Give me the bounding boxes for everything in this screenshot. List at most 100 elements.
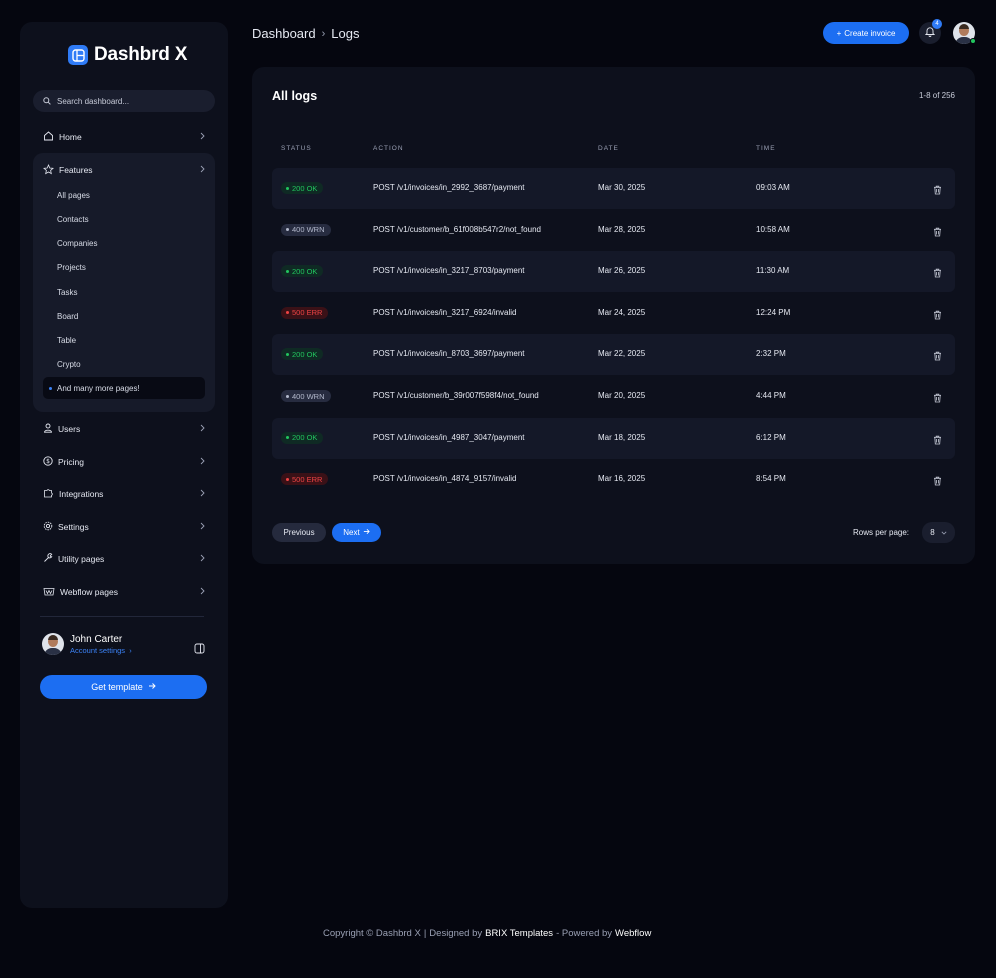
search-icon: [43, 92, 51, 110]
table-row[interactable]: 500 ERR POST /v1/invoices/in_4874_9157/in…: [272, 459, 955, 500]
sidebar-subitem-contacts[interactable]: Contacts: [43, 208, 205, 230]
wrench-icon: [43, 553, 53, 565]
chevron-right-icon: [200, 132, 205, 142]
avatar: [42, 633, 64, 655]
table-row[interactable]: 200 OK POST /v1/invoices/in_3217_8703/pay…: [272, 251, 955, 293]
get-template-label: Get template: [91, 682, 143, 692]
status-label: 500 ERR: [292, 308, 323, 318]
action-cell: POST /v1/invoices/in_4987_3047/payment: [373, 432, 525, 442]
trash-icon[interactable]: [933, 432, 942, 450]
sidebar-item-pricing[interactable]: $ Pricing: [33, 449, 215, 475]
trash-icon[interactable]: [933, 390, 942, 408]
rows-per-page-value: 8: [930, 528, 935, 537]
sidebar-subitem-more-pages[interactable]: And many more pages!: [43, 377, 205, 399]
table-row[interactable]: 200 OK POST /v1/invoices/in_2992_3687/pay…: [272, 168, 955, 209]
action-cell: POST /v1/invoices/in_4874_9157/invalid: [373, 474, 517, 484]
sidebar-subitem-board[interactable]: Board: [43, 305, 205, 327]
table-row[interactable]: 400 WRN POST /v1/customer/b_61f008b547r2/…: [272, 210, 955, 251]
online-status-dot: [970, 38, 976, 44]
gear-icon: [43, 521, 53, 533]
sidebar-subitem-projects[interactable]: Projects: [43, 256, 205, 278]
sidebar-toggle-icon[interactable]: [194, 641, 205, 659]
status-dot-icon: [286, 352, 289, 356]
sidebar-item-features[interactable]: Features: [33, 157, 215, 183]
footer-designed-by: Designed by: [429, 928, 483, 939]
sidebar-subitem-all-pages[interactable]: All pages: [43, 184, 205, 206]
home-icon: [43, 131, 54, 143]
column-header-date: DATE: [598, 145, 619, 152]
trash-icon[interactable]: [933, 307, 942, 325]
sidebar-item-utility-pages[interactable]: Utility pages: [33, 546, 215, 572]
time-cell: 10:58 AM: [756, 224, 790, 234]
date-cell: Mar 24, 2025: [598, 307, 646, 317]
active-dot-icon: [49, 387, 52, 390]
notifications-button[interactable]: 4: [919, 19, 942, 44]
page-title: All logs: [272, 89, 318, 103]
footer-copyright: Copyright © Dashbrd X: [323, 928, 421, 939]
notification-count-badge: 4: [932, 19, 942, 29]
sidebar-subitem-table[interactable]: Table: [43, 329, 205, 351]
status-dot-icon: [286, 269, 289, 273]
status-badge: 200 OK: [281, 265, 324, 278]
next-label: Next: [343, 528, 360, 537]
plus-icon: +: [836, 28, 842, 38]
create-invoice-button[interactable]: + Create invoice: [823, 22, 909, 44]
trash-icon[interactable]: [933, 473, 942, 491]
search-input[interactable]: [57, 96, 207, 106]
get-template-button[interactable]: Get template: [40, 675, 207, 699]
table-row[interactable]: 200 OK POST /v1/invoices/in_4987_3047/pay…: [272, 417, 955, 459]
footer-brix-link[interactable]: BRIX Templates: [485, 928, 553, 939]
account-settings-link[interactable]: Account settings ›: [70, 646, 132, 655]
sidebar-item-label: Settings: [58, 522, 89, 532]
breadcrumb-root[interactable]: Dashboard: [252, 26, 316, 41]
svg-text:$: $: [46, 458, 50, 465]
sidebar-item-label: Home: [59, 132, 82, 142]
rows-per-page-label: Rows per page:: [853, 528, 910, 537]
logo-icon: [68, 45, 88, 65]
breadcrumb: Dashboard › Logs: [252, 26, 359, 41]
status-dot-icon: [286, 436, 289, 440]
search-bar[interactable]: [33, 90, 215, 112]
footer: Copyright © Dashbrd X | Designed by BRIX…: [323, 928, 651, 939]
sidebar-item-home[interactable]: Home: [33, 124, 215, 150]
sidebar-item-users[interactable]: Users: [33, 416, 215, 442]
sidebar-item-settings[interactable]: Settings: [33, 514, 215, 540]
logs-count: 1-8 of 256: [918, 91, 955, 100]
status-label: 400 WRN: [292, 391, 325, 401]
sidebar-item-webflow-pages[interactable]: Webflow pages: [33, 579, 215, 605]
sidebar-subitem-companies[interactable]: Companies: [43, 232, 205, 254]
status-badge: 500 ERR: [281, 306, 329, 319]
status-label: 200 OK: [292, 349, 318, 359]
previous-button[interactable]: Previous: [272, 523, 326, 542]
user-info: John Carter Account settings ›: [70, 634, 132, 655]
chevron-right-icon: [200, 489, 205, 499]
trash-icon[interactable]: [933, 182, 942, 200]
time-cell: 11:30 AM: [756, 266, 790, 276]
rows-per-page-select[interactable]: 8: [922, 522, 955, 543]
trash-icon[interactable]: [933, 224, 942, 242]
status-badge: 200 OK: [281, 431, 324, 444]
table-row[interactable]: 500 ERR POST /v1/invoices/in_3217_6924/in…: [272, 293, 955, 334]
status-dot-icon: [286, 186, 289, 190]
time-cell: 6:12 PM: [756, 432, 786, 442]
sidebar-subitem-tasks[interactable]: Tasks: [43, 281, 205, 303]
header-avatar[interactable]: [953, 22, 976, 44]
date-cell: Mar 18, 2025: [598, 432, 646, 442]
footer-webflow-link[interactable]: Webflow: [615, 928, 651, 939]
brand-logo[interactable]: Dashbrd X: [68, 44, 187, 66]
next-button[interactable]: Next: [332, 523, 381, 542]
trash-icon[interactable]: [933, 265, 942, 283]
user-profile[interactable]: John Carter Account settings ›: [42, 633, 132, 655]
trash-icon[interactable]: [933, 348, 942, 366]
sidebar-item-integrations[interactable]: Integrations: [33, 481, 215, 507]
features-group: Features All pages Contacts Companies Pr…: [33, 153, 215, 412]
action-cell: POST /v1/invoices/in_2992_3687/payment: [373, 183, 525, 192]
table-row[interactable]: 400 WRN POST /v1/customer/b_39r007f598f4/…: [272, 376, 955, 417]
user-icon: [43, 423, 53, 435]
table-row[interactable]: 200 OK POST /v1/invoices/in_8703_3697/pay…: [272, 334, 955, 376]
status-label: 500 ERR: [292, 474, 323, 484]
action-cell: POST /v1/invoices/in_3217_8703/payment: [373, 266, 525, 276]
sidebar-subitem-crypto[interactable]: Crypto: [43, 353, 205, 375]
chevron-right-icon: [200, 522, 205, 532]
status-label: 200 OK: [292, 266, 318, 276]
